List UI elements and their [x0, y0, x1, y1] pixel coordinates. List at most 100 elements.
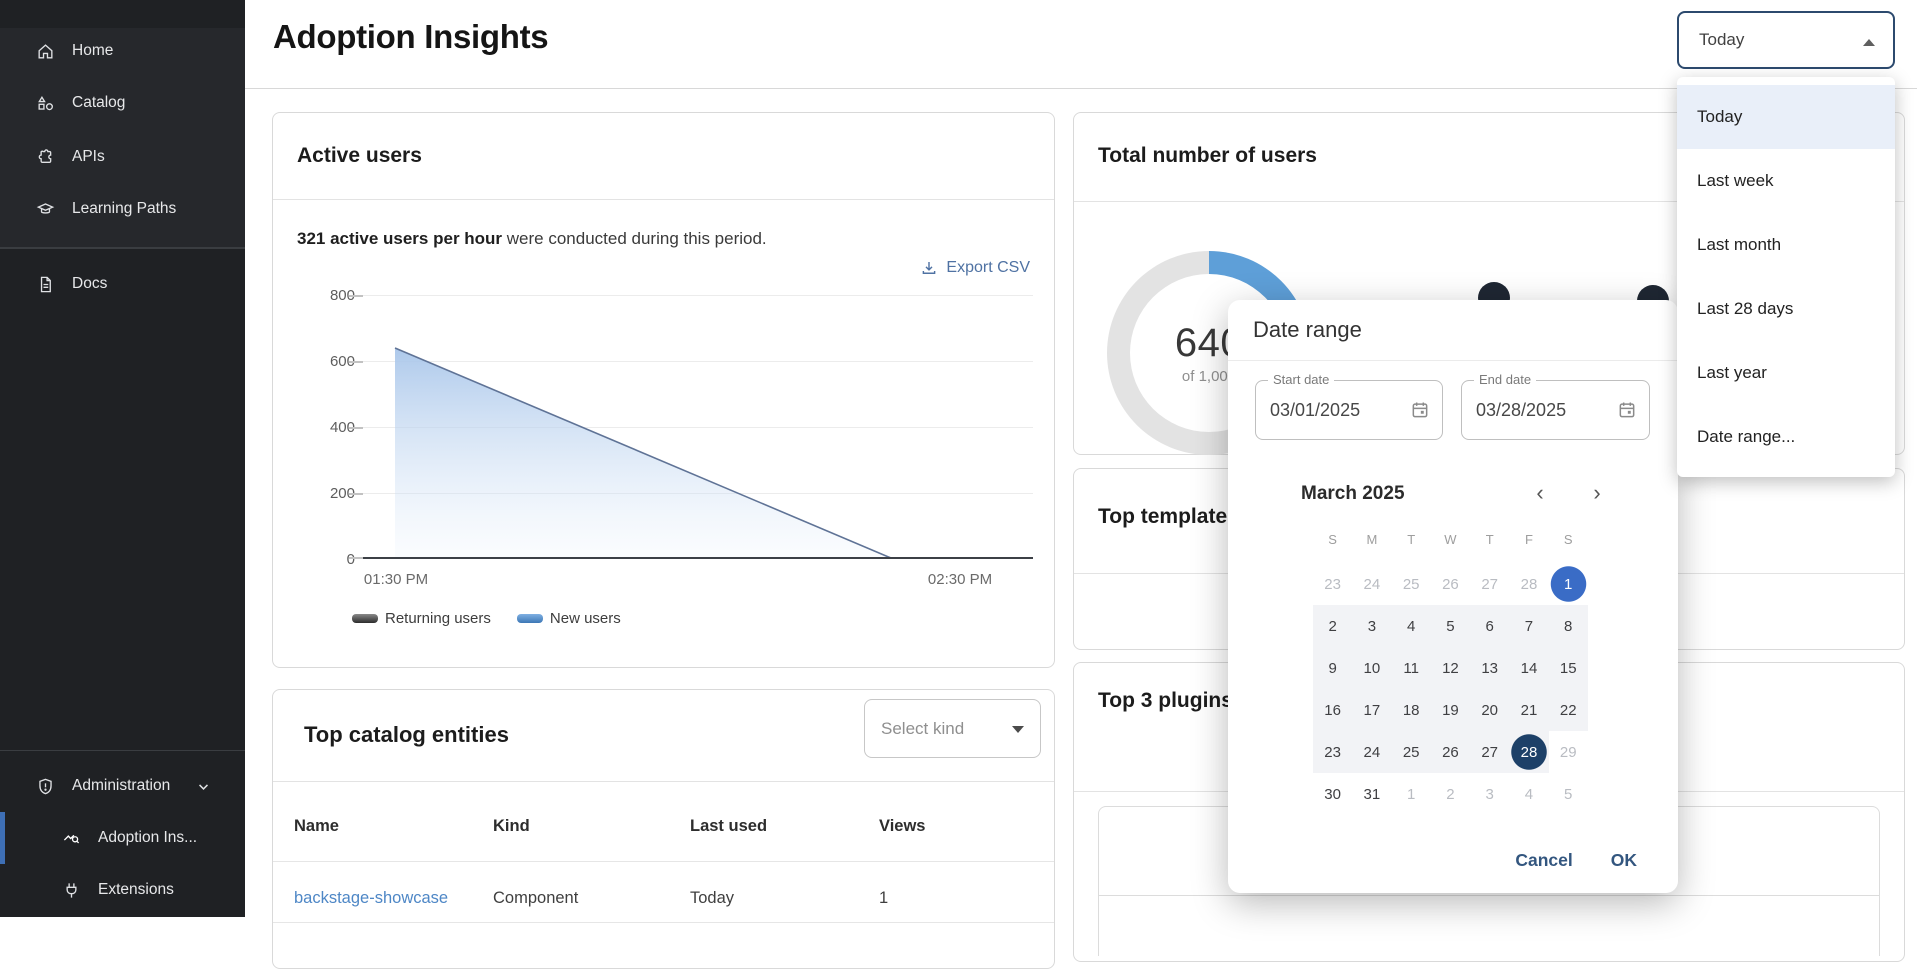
calendar-day[interactable]: 28 — [1509, 563, 1548, 605]
menu-item[interactable]: Date range... — [1677, 405, 1895, 469]
weekday-label: S — [1549, 527, 1588, 553]
calendar-day[interactable]: 21 — [1509, 689, 1548, 731]
kind-select[interactable]: Select kind — [864, 699, 1041, 758]
legend-swatch — [352, 614, 378, 623]
calendar-day[interactable]: 25 — [1392, 563, 1431, 605]
cell-views: 1 — [879, 889, 888, 908]
calendar-day[interactable]: 28 — [1509, 731, 1548, 773]
calendar-day[interactable]: 14 — [1509, 647, 1548, 689]
calendar-day[interactable]: 31 — [1352, 773, 1391, 815]
calendar-day[interactable]: 19 — [1431, 689, 1470, 731]
calendar-day[interactable]: 5 — [1431, 605, 1470, 647]
calendar-day[interactable]: 27 — [1470, 731, 1509, 773]
legend-label: New users — [550, 610, 621, 627]
calendar-day[interactable]: 4 — [1392, 605, 1431, 647]
calendar-day[interactable]: 9 — [1313, 647, 1352, 689]
sidebar-item-catalog[interactable]: Catalog — [0, 81, 245, 125]
calendar-day[interactable]: 2 — [1313, 605, 1352, 647]
calendar-day[interactable]: 8 — [1549, 605, 1588, 647]
plug-icon — [62, 881, 81, 900]
menu-item[interactable]: Last week — [1677, 149, 1895, 213]
calendar-day[interactable]: 5 — [1549, 773, 1588, 815]
calendar-day[interactable]: 12 — [1431, 647, 1470, 689]
calendar-day[interactable]: 7 — [1509, 605, 1548, 647]
menu-item[interactable]: Last year — [1677, 341, 1895, 405]
top-catalog-card: Top catalog entities Select kind Name Ki… — [272, 689, 1055, 969]
sidebar-item-apis[interactable]: APIs — [0, 135, 245, 179]
calendar-icon[interactable] — [1617, 400, 1637, 420]
sidebar-item-adoption-insights[interactable]: Adoption Ins... — [0, 816, 245, 860]
calendar-day[interactable]: 1 — [1392, 773, 1431, 815]
calendar-day[interactable]: 17 — [1352, 689, 1391, 731]
x-axis-label: 02:30 PM — [915, 571, 1005, 588]
entity-link[interactable]: backstage-showcase — [294, 889, 448, 908]
period-select[interactable]: Today — [1677, 11, 1895, 69]
weekday-label: W — [1431, 527, 1470, 553]
calendar-day[interactable]: 23 — [1313, 731, 1352, 773]
calendar-day[interactable]: 20 — [1470, 689, 1509, 731]
calendar-day[interactable]: 25 — [1392, 731, 1431, 773]
table-row-divider — [273, 861, 1054, 862]
end-date-field[interactable]: End date 03/28/2025 — [1461, 380, 1650, 440]
legend-item: New users — [517, 610, 621, 627]
cell-last-used: Today — [690, 889, 734, 908]
card-title: Top catalog entities — [304, 722, 509, 748]
calendar-icon[interactable] — [1410, 400, 1430, 420]
date-range-dialog: Date range Start date 03/01/2025 End dat… — [1228, 300, 1678, 893]
table-row-divider — [273, 922, 1054, 923]
calendar-day[interactable]: 27 — [1470, 563, 1509, 605]
home-icon — [36, 42, 55, 61]
legend-label: Returning users — [385, 610, 491, 627]
insights-icon — [62, 829, 81, 848]
calendar-day[interactable]: 3 — [1352, 605, 1391, 647]
sidebar-item-label: Docs — [72, 275, 107, 293]
menu-item-label: Date range... — [1697, 427, 1795, 446]
calendar-day[interactable]: 22 — [1549, 689, 1588, 731]
sidebar-item-home[interactable]: Home — [0, 29, 245, 73]
chart-legend: Returning users New users — [352, 610, 621, 627]
calendar-day[interactable]: 26 — [1431, 563, 1470, 605]
menu-item[interactable]: Last 28 days — [1677, 277, 1895, 341]
sidebar-item-label: Administration — [72, 777, 170, 795]
start-date-field[interactable]: Start date 03/01/2025 — [1255, 380, 1443, 440]
kind-select-value: Select kind — [881, 719, 964, 739]
menu-item[interactable]: Today — [1677, 85, 1895, 149]
menu-item-label: Last year — [1697, 363, 1767, 382]
calendar-day[interactable]: 1 — [1549, 563, 1588, 605]
active-users-card: Active users Export CSV 321 active users… — [272, 112, 1055, 668]
next-month-button[interactable]: › — [1585, 480, 1609, 506]
calendar-day[interactable]: 23 — [1313, 563, 1352, 605]
ok-button[interactable]: OK — [1611, 850, 1637, 871]
calendar-day[interactable]: 10 — [1352, 647, 1391, 689]
calendar-day[interactable]: 11 — [1392, 647, 1431, 689]
calendar-day[interactable]: 13 — [1470, 647, 1509, 689]
calendar-day[interactable]: 4 — [1509, 773, 1548, 815]
calendar-day[interactable]: 29 — [1549, 731, 1588, 773]
column-header-views: Views — [879, 817, 925, 836]
sidebar-item-docs[interactable]: Docs — [0, 262, 245, 306]
weekday-label: F — [1509, 527, 1548, 553]
calendar-day[interactable]: 30 — [1313, 773, 1352, 815]
sidebar-item-administration[interactable]: Administration — [0, 764, 245, 808]
calendar-day[interactable]: 24 — [1352, 563, 1391, 605]
calendar-day[interactable]: 24 — [1352, 731, 1391, 773]
card-title: Total number of users — [1098, 144, 1317, 168]
chevron-down-icon — [194, 777, 213, 796]
calendar-day[interactable]: 15 — [1549, 647, 1588, 689]
prev-month-button[interactable]: ‹ — [1528, 480, 1552, 506]
cancel-button[interactable]: Cancel — [1515, 850, 1572, 871]
calendar-day[interactable]: 18 — [1392, 689, 1431, 731]
sidebar-item-label: Adoption Ins... — [98, 829, 197, 847]
calendar-day[interactable]: 16 — [1313, 689, 1352, 731]
calendar-day[interactable]: 26 — [1431, 731, 1470, 773]
calendar-grid: 2324252627281234567891011121314151617181… — [1313, 563, 1588, 815]
legend-item: Returning users — [352, 610, 491, 627]
calendar-day[interactable]: 3 — [1470, 773, 1509, 815]
chevron-down-icon — [1012, 726, 1024, 733]
calendar-day[interactable]: 2 — [1431, 773, 1470, 815]
sidebar-item-extensions[interactable]: Extensions — [0, 868, 245, 912]
calendar-day[interactable]: 6 — [1470, 605, 1509, 647]
sidebar-item-learning-paths[interactable]: Learning Paths — [0, 187, 245, 231]
x-axis-label: 01:30 PM — [351, 571, 441, 588]
menu-item[interactable]: Last month — [1677, 213, 1895, 277]
